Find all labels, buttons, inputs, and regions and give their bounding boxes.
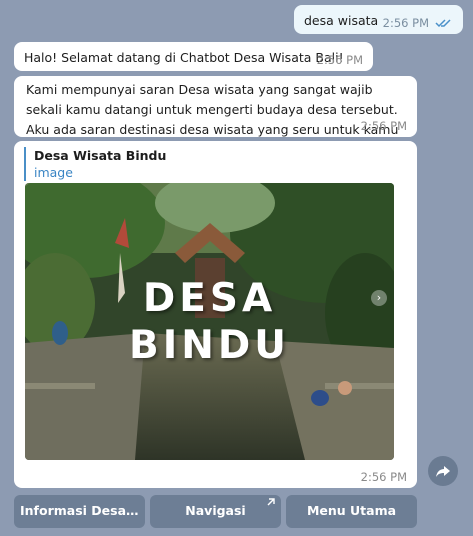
keyboard-button-label: Navigasi bbox=[185, 503, 246, 518]
message-time: 2:56 PM bbox=[360, 119, 407, 133]
message-time: 2:56 PM bbox=[382, 16, 429, 30]
incoming-message[interactable]: Kami mempunyai saran Desa wisata yang sa… bbox=[14, 76, 417, 157]
message-time: 2:56 PM bbox=[316, 53, 363, 67]
share-forward-button[interactable] bbox=[428, 456, 458, 486]
keyboard-button-navigasi[interactable]: Navigasi bbox=[150, 495, 281, 528]
village-river-photo bbox=[25, 183, 394, 460]
keyboard-button-menu-utama[interactable]: Menu Utama bbox=[286, 495, 417, 528]
preview-image[interactable]: DESA BINDU › bbox=[25, 183, 394, 460]
keyboard-button-info[interactable]: Informasi Desa Wi... bbox=[14, 495, 145, 528]
link-preview-message[interactable]: Desa Wisata Bindu image DESA BINDU › 2:5… bbox=[14, 141, 417, 488]
message-time: 2:56 PM bbox=[360, 470, 407, 484]
image-title-line-2: BINDU bbox=[129, 323, 290, 368]
message-text: Halo! Selamat datang di Chatbot Desa Wis… bbox=[24, 50, 344, 65]
preview-label: image bbox=[34, 165, 73, 180]
preview-site-name: Desa Wisata Bindu bbox=[34, 148, 167, 163]
double-check-icon bbox=[435, 19, 451, 28]
message-text: desa wisata bbox=[304, 13, 379, 28]
link-preview[interactable]: Desa Wisata Bindu image bbox=[24, 147, 407, 181]
external-arrow-icon bbox=[267, 498, 275, 506]
outgoing-message[interactable]: desa wisata 2:56 PM bbox=[294, 5, 463, 34]
chevron-right-icon[interactable]: › bbox=[371, 290, 387, 306]
incoming-message[interactable]: Halo! Selamat datang di Chatbot Desa Wis… bbox=[14, 42, 373, 71]
image-title-line-1: DESA bbox=[142, 276, 277, 321]
share-forward-icon bbox=[436, 466, 450, 477]
